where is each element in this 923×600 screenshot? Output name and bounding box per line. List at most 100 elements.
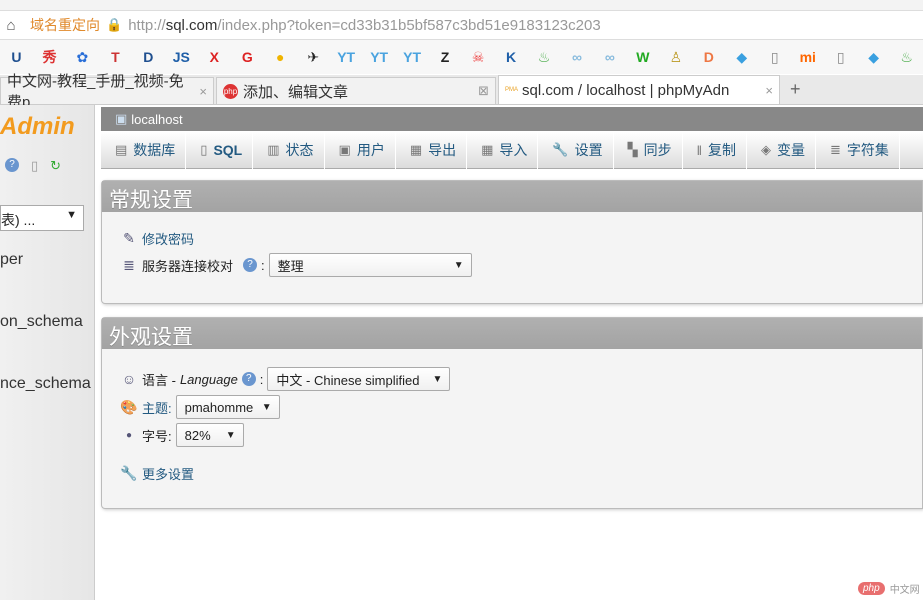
change-password-link[interactable]: 修改密码 bbox=[142, 229, 194, 248]
yt-icon[interactable]: YT bbox=[396, 49, 429, 65]
menu-tab-5[interactable]: ▦ 导入 bbox=[467, 131, 539, 169]
js-icon[interactable]: JS bbox=[165, 49, 198, 65]
menu-tab-label: 导入 bbox=[499, 142, 528, 158]
menu-tab-1[interactable]: ▯ SQL bbox=[186, 131, 254, 169]
bookmarks-bar: U 秀 ✿ T D JS X G ● ✈ YT YT YT Z ☠ K ♨ ∞ ∞ W ♙ D ◆ ▯ mi ▯ ◆ ♨ bbox=[0, 40, 923, 74]
menu-tab-9[interactable]: ◈ 变量 bbox=[747, 131, 816, 169]
g-icon[interactable]: G bbox=[231, 49, 264, 65]
sql-icon: ▯ bbox=[200, 142, 208, 157]
main-panel: ▣ localhost ▤ 数据库 ▯ SQL ▥ 状态 ▣ 用户 ▦ 导出 ▦ 导入 🔧 设置 ▚ 同步 ‖ 复制… bbox=[101, 105, 923, 509]
tab-phpmyadmin[interactable]: PMA sql.com / localhost | phpMyAdn × bbox=[498, 75, 780, 104]
more-settings-link[interactable]: 更多设置 bbox=[142, 464, 194, 483]
tab-edit-article[interactable]: php 添加、编辑文章 ⊠ bbox=[216, 77, 496, 104]
font-size-select[interactable]: 82% ▼ bbox=[175, 423, 244, 447]
yt-icon[interactable]: YT bbox=[363, 49, 396, 65]
menu-tab-label: 状态 bbox=[285, 142, 314, 158]
tab-strip: 中文网-教程_手册_视频-免费p × php 添加、编辑文章 ⊠ PMA sql.com… bbox=[0, 73, 923, 111]
export-icon: ▦ bbox=[409, 142, 423, 157]
diamond-icon[interactable]: ◆ bbox=[725, 49, 758, 66]
d-icon[interactable]: D bbox=[132, 49, 165, 65]
general-settings-group: 常规设置 ✎ 修改密码 ≣ 服务器连接校对?: 整理 ▼ bbox=[101, 180, 923, 304]
menu-tab-6[interactable]: 🔧 设置 bbox=[538, 131, 614, 169]
language-select[interactable]: 中文 - Chinese simplified ▼ bbox=[267, 367, 451, 391]
sync-icon: ▚ bbox=[627, 142, 638, 157]
tab-label: sql.com / localhost | phpMyAdn bbox=[522, 81, 730, 99]
menu-tab-0[interactable]: ▤ 数据库 bbox=[101, 131, 187, 169]
menu-tab-3[interactable]: ▣ 用户 bbox=[325, 131, 396, 169]
phpmyadmin-logo[interactable]: Admin bbox=[0, 113, 75, 141]
menu-tab-label: SQL bbox=[213, 142, 243, 158]
menu-tab-4[interactable]: ▦ 导出 bbox=[396, 131, 468, 169]
select-value: 中文 - Chinese simplified bbox=[276, 372, 420, 388]
pma-favicon-icon: PMA bbox=[505, 87, 519, 93]
select-value: pmahomme bbox=[184, 399, 254, 415]
close-icon[interactable]: × bbox=[193, 84, 207, 99]
swirl-icon[interactable]: ♨ bbox=[890, 49, 923, 66]
help-icon[interactable]: ? bbox=[241, 372, 256, 386]
address-bar[interactable]: ⌂ 域名重定向 🔒 http://sql.com/index.php?token… bbox=[0, 11, 923, 40]
colon: : bbox=[259, 371, 264, 387]
dropdown-arrow-icon: ▼ bbox=[453, 259, 464, 271]
database-icon: ▤ bbox=[115, 142, 128, 157]
k-icon[interactable]: K bbox=[495, 49, 528, 65]
d-outline-icon[interactable]: D bbox=[692, 49, 725, 65]
w-icon[interactable]: W bbox=[626, 49, 659, 65]
t-icon[interactable]: T bbox=[99, 49, 132, 65]
menu-tab-label: 数据库 bbox=[133, 142, 176, 158]
x-icon[interactable]: X bbox=[198, 49, 231, 65]
docs-icon[interactable]: ▯ bbox=[31, 158, 38, 174]
collation-select[interactable]: 整理 ▼ bbox=[268, 253, 472, 277]
theme-link[interactable]: 主题: bbox=[142, 398, 172, 417]
bullet-icon: ● bbox=[125, 429, 133, 441]
help-icon[interactable]: ? bbox=[243, 258, 258, 272]
yt-icon[interactable]: YT bbox=[330, 49, 363, 65]
import-icon: ▦ bbox=[481, 142, 494, 157]
db-item[interactable]: nce_schema bbox=[0, 375, 91, 393]
home-icon[interactable]: ⌂ bbox=[0, 17, 22, 34]
menu-tab-2[interactable]: ▥ 状态 bbox=[253, 131, 325, 169]
watermark-text: 中文网 bbox=[889, 585, 920, 596]
diamond-icon[interactable]: ◆ bbox=[857, 49, 890, 66]
change-password-icon: ✎ bbox=[123, 230, 135, 246]
font-size-label: 字号: bbox=[142, 428, 172, 444]
help-icon[interactable]: ? bbox=[5, 158, 19, 172]
xiu-icon[interactable]: 秀 bbox=[33, 47, 66, 67]
reload-icon[interactable]: ↻ bbox=[50, 158, 61, 174]
new-tab-button[interactable]: + bbox=[782, 79, 809, 104]
ud-icon[interactable]: U bbox=[0, 49, 33, 65]
theme-select[interactable]: pmahomme ▼ bbox=[175, 395, 280, 419]
page-icon[interactable]: ▯ bbox=[824, 49, 857, 66]
menu-tab-label: 导出 bbox=[428, 142, 457, 158]
figure-icon[interactable]: ♙ bbox=[659, 49, 692, 66]
url-text[interactable]: http://sql.com/index.php?token=cd33b31b5… bbox=[128, 17, 601, 34]
baidu-paw-icon[interactable]: ✿ bbox=[66, 49, 99, 66]
page-icon[interactable]: ▯ bbox=[758, 49, 791, 66]
link-icon[interactable]: ∞ bbox=[593, 49, 626, 65]
db-item[interactable]: on_schema bbox=[0, 313, 83, 331]
database-select[interactable]: 表) ... ▼ bbox=[0, 205, 84, 231]
menu-tab-label: 复制 bbox=[707, 142, 736, 158]
server-breadcrumb[interactable]: ▣ localhost bbox=[101, 105, 923, 131]
theme-palette-icon: 🎨 bbox=[120, 398, 138, 415]
swirl-icon[interactable]: ♨ bbox=[528, 49, 561, 66]
z-icon[interactable]: Z bbox=[429, 49, 462, 65]
dropdown-arrow-icon: ▼ bbox=[432, 373, 443, 385]
menu-tab-10[interactable]: ≣ 字符集 bbox=[816, 131, 900, 169]
runner-icon[interactable]: ✈ bbox=[297, 49, 330, 66]
navigation-sidebar: Admin ? ▯ ↻ 表) ... ▼ per on_schema nce_sche… bbox=[0, 105, 95, 600]
bell-icon[interactable]: ● bbox=[264, 49, 297, 65]
wrench-icon: 🔧 bbox=[120, 465, 138, 481]
mi-icon[interactable]: mi bbox=[791, 49, 824, 65]
php-favicon-icon: php bbox=[223, 83, 238, 99]
link-icon[interactable]: ∞ bbox=[560, 49, 593, 65]
variables-icon: ◈ bbox=[760, 142, 771, 157]
tab-php-site[interactable]: 中文网-教程_手册_视频-免费p × bbox=[0, 73, 214, 111]
close-icon[interactable]: × bbox=[759, 83, 773, 98]
menu-tab-7[interactable]: ▚ 同步 bbox=[614, 131, 683, 169]
server-icon: ▣ bbox=[115, 111, 128, 126]
insecure-lock-icon[interactable]: 🔒 bbox=[106, 17, 122, 33]
close-icon[interactable]: ⊠ bbox=[472, 83, 489, 99]
menu-tab-8[interactable]: ‖ 复制 bbox=[683, 131, 747, 169]
skull-icon[interactable]: ☠ bbox=[462, 49, 495, 66]
db-item[interactable]: per bbox=[0, 251, 23, 269]
